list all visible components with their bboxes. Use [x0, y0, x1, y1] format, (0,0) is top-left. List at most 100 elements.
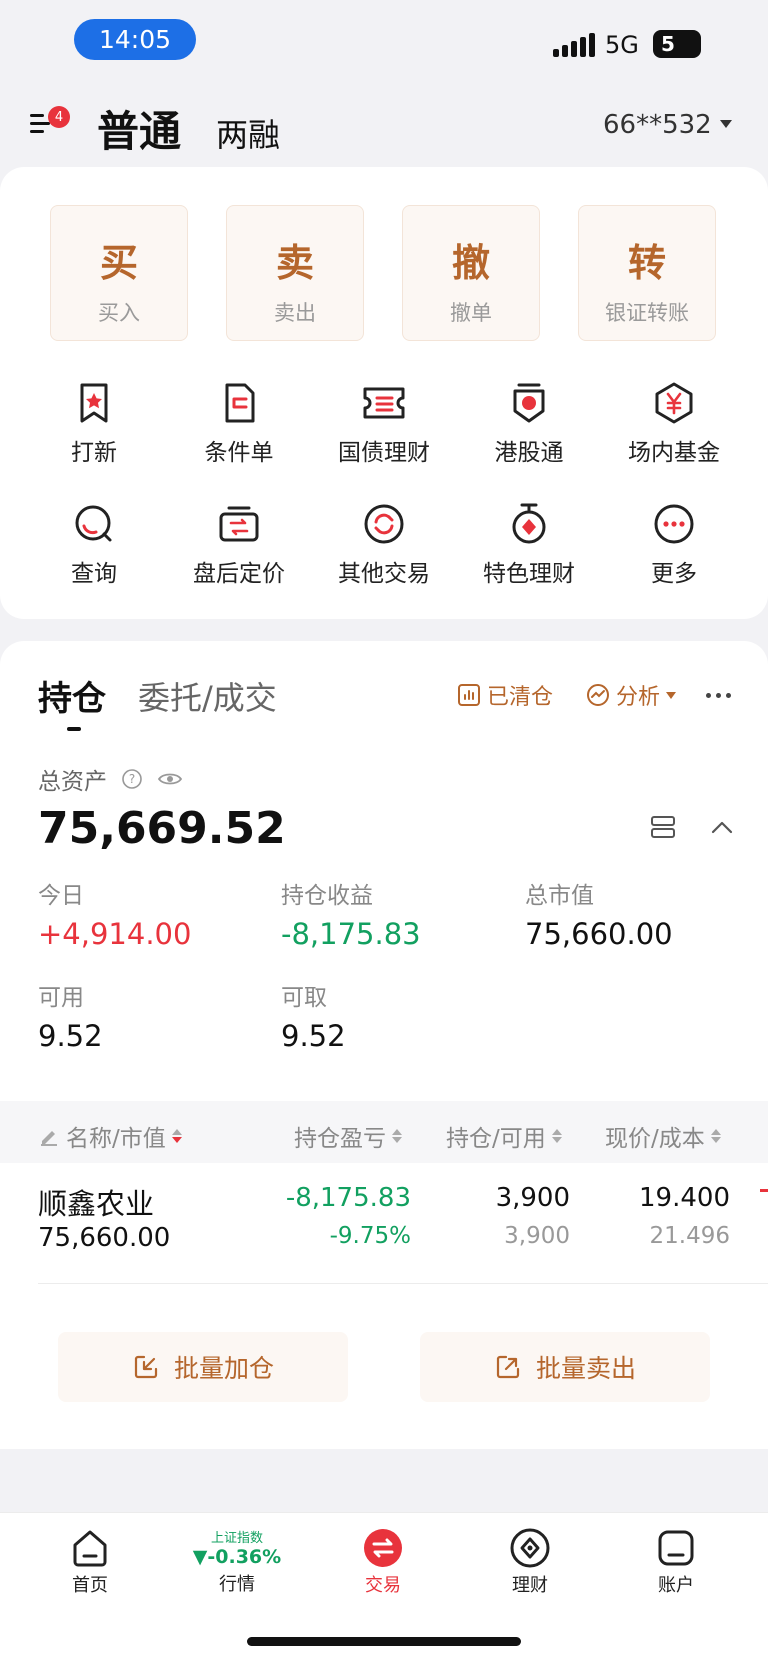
- grid-query[interactable]: 查询: [19, 502, 169, 588]
- sell-button[interactable]: 卖 卖出: [226, 205, 364, 341]
- hk-flag-icon: [513, 383, 545, 423]
- pencil-icon: [41, 1131, 57, 1146]
- grid-ipo[interactable]: 打新: [19, 381, 169, 467]
- cancel-label: 撤单: [450, 301, 492, 325]
- bar-chart-icon: [458, 684, 480, 706]
- transfer-button[interactable]: 转 银证转账: [578, 205, 716, 341]
- refresh-icon: [364, 504, 404, 544]
- tab-orders[interactable]: 委托/成交: [138, 673, 277, 719]
- col-price[interactable]: 现价/成本: [605, 1119, 721, 1153]
- stat-today-label: 今日: [38, 883, 84, 909]
- grid-label: 盘后定价: [193, 561, 285, 587]
- battery-icon: 5: [653, 30, 701, 58]
- nav-finance-label: 理财: [512, 1575, 548, 1596]
- nav-finance[interactable]: 理财: [470, 1527, 590, 1597]
- exchange-box-icon: [219, 506, 259, 542]
- more-options-icon[interactable]: [706, 693, 731, 698]
- list-view-icon[interactable]: [650, 815, 676, 839]
- cancel-glyph: 撤: [451, 241, 490, 285]
- home-indicator: [247, 1637, 521, 1646]
- stat-market-value: 75,660.00: [525, 917, 673, 951]
- cancel-order-button[interactable]: 撤 撤单: [402, 205, 540, 341]
- nav-market[interactable]: 上证指数 ▼-0.36% 行情: [177, 1513, 297, 1596]
- home-icon: [73, 1530, 107, 1567]
- grid-label: 港股通: [494, 440, 564, 466]
- grid-label: 条件单: [204, 440, 274, 466]
- nav-trade[interactable]: 交易: [323, 1527, 443, 1597]
- stat-market-value-label: 总市值: [525, 883, 594, 909]
- cleared-positions-button[interactable]: 已清仓: [457, 679, 553, 711]
- grid-label: 场内基金: [628, 440, 720, 466]
- account-selector[interactable]: 66**532: [603, 110, 712, 140]
- analysis-label: 分析: [616, 685, 661, 710]
- nav-home-label: 首页: [72, 1575, 108, 1596]
- stat-today-value: +4,914.00: [38, 917, 192, 951]
- col-position[interactable]: 持仓/可用: [446, 1119, 562, 1153]
- sort-icon: [392, 1129, 402, 1143]
- col-price-label: 现价/成本: [605, 1126, 705, 1152]
- stat-position-pnl-value: -8,175.83: [281, 917, 421, 951]
- analysis-button[interactable]: 分析: [586, 679, 677, 711]
- batch-add-button[interactable]: 批量加仓: [58, 1332, 348, 1402]
- index-name: 上证指数: [210, 1531, 263, 1546]
- help-icon[interactable]: ?: [121, 768, 143, 790]
- row-edge-marker: [760, 1189, 768, 1192]
- nav-account[interactable]: 账户: [616, 1527, 736, 1597]
- batch-sell-button[interactable]: 批量卖出: [420, 1332, 710, 1402]
- transfer-glyph: 转: [627, 241, 666, 285]
- eye-icon[interactable]: [157, 768, 183, 790]
- account-icon: [658, 1530, 694, 1566]
- sort-icon: [551, 1129, 562, 1143]
- nav-home[interactable]: 首页: [30, 1527, 150, 1597]
- nav-account-label: 账户: [658, 1575, 694, 1596]
- ribbon-icon: [80, 383, 108, 423]
- grid-label: 打新: [71, 440, 117, 466]
- grid-exchange-fund[interactable]: 场内基金: [599, 381, 749, 467]
- compass-icon: [510, 1528, 550, 1568]
- stock-price: 19.400: [639, 1183, 730, 1213]
- batch-add-icon: [134, 1355, 158, 1379]
- sell-label: 卖出: [274, 301, 316, 325]
- stat-position-pnl-label: 持仓收益: [281, 883, 373, 909]
- sort-icon: [710, 1129, 721, 1143]
- grid-after-hours[interactable]: 盘后定价: [164, 502, 314, 588]
- col-name[interactable]: 名称/市值: [38, 1119, 182, 1153]
- stock-name: 顺鑫农业: [38, 1187, 155, 1221]
- grid-hk-connect[interactable]: 港股通: [454, 381, 604, 467]
- grid-conditional-order[interactable]: 条件单: [164, 381, 314, 467]
- medal-icon: [512, 503, 546, 544]
- grid-more[interactable]: 更多: [599, 502, 749, 588]
- more-icon: [654, 504, 694, 544]
- stat-withdrawable-label: 可取: [281, 985, 327, 1011]
- status-bar: 14:05 5G 5: [0, 0, 768, 80]
- caret-down-icon[interactable]: [720, 120, 732, 128]
- grid-special-finance[interactable]: 特色理财: [454, 502, 604, 588]
- trade-actions-panel: 买 买入 卖 卖出 撤 撤单 转 银证转账 打新 条件单 国债理财 港股通 场内…: [0, 167, 768, 619]
- chevron-up-icon[interactable]: [710, 817, 734, 837]
- stat-withdrawable-value: 9.52: [281, 1019, 346, 1053]
- network-type: 5G: [605, 31, 639, 59]
- ticket-icon: [363, 387, 405, 419]
- account-type-normal[interactable]: 普通: [97, 98, 181, 159]
- grid-treasury[interactable]: 国债理财: [309, 381, 459, 467]
- buy-button[interactable]: 买 买入: [50, 205, 188, 341]
- tab-positions[interactable]: 持仓: [38, 671, 106, 720]
- col-pnl[interactable]: 持仓盈亏: [294, 1119, 402, 1153]
- grid-label: 其他交易: [338, 561, 430, 587]
- battery-level: 5: [661, 32, 675, 56]
- stock-cost: 21.496: [649, 1223, 730, 1249]
- caret-down-icon: [666, 691, 677, 699]
- grid-label: 更多: [651, 561, 697, 587]
- account-type-margin[interactable]: 两融: [216, 110, 280, 156]
- col-position-label: 持仓/可用: [446, 1126, 546, 1152]
- buy-label: 买入: [98, 301, 140, 325]
- signal-icon: [553, 33, 595, 57]
- table-row[interactable]: 顺鑫农业 75,660.00 -8,175.83 -9.75% 3,900 3,…: [0, 1181, 768, 1281]
- row-divider: [38, 1283, 768, 1284]
- notification-badge: 4: [48, 106, 70, 128]
- cleared-label: 已清仓: [487, 685, 554, 710]
- total-asset-label-row: 总资产 ?: [38, 762, 183, 796]
- top-header: 4 普通 两融 66**532: [0, 90, 768, 160]
- yen-hexagon-icon: [655, 382, 693, 424]
- grid-other-trade[interactable]: 其他交易: [309, 502, 459, 588]
